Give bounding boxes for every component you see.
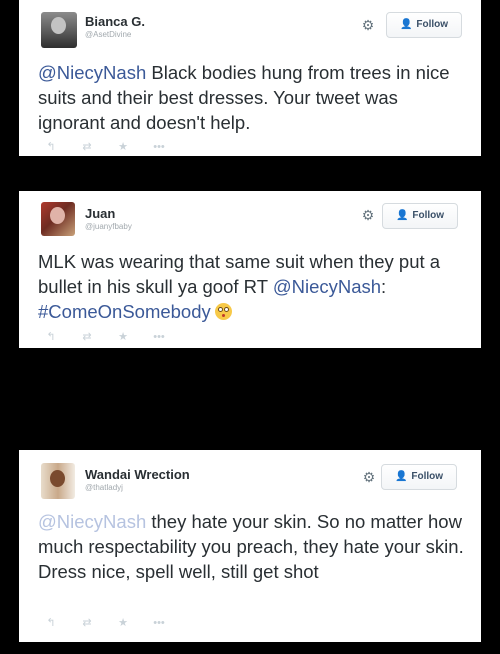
avatar[interactable]	[41, 12, 77, 48]
add-user-icon: 👤	[394, 471, 408, 482]
avatar-head	[51, 17, 66, 34]
display-name[interactable]: Juan	[85, 206, 132, 221]
favorite-icon[interactable]: ★	[116, 331, 130, 343]
mention-link[interactable]: @NiecyNash	[38, 62, 146, 83]
follow-label: Follow	[412, 210, 445, 221]
tweet-card: Wandai Wrection @thatladyj ⚙ 👤 Follow @N…	[19, 450, 481, 642]
more-icon[interactable]: •••	[152, 141, 166, 153]
follow-label: Follow	[411, 471, 444, 482]
gear-icon[interactable]: ⚙	[361, 18, 375, 32]
display-name[interactable]: Bianca G.	[85, 14, 145, 29]
more-icon[interactable]: •••	[152, 331, 166, 343]
reply-icon[interactable]: ↰	[44, 617, 58, 629]
display-name[interactable]: Wandai Wrection	[85, 467, 190, 482]
author-block: Bianca G. @AsetDivine	[85, 14, 145, 40]
more-icon[interactable]: •••	[152, 617, 166, 629]
reply-icon[interactable]: ↰	[44, 141, 58, 153]
author-block: Juan @juanyfbaby	[85, 206, 132, 232]
tweet-card: Bianca G. @AsetDivine ⚙ 👤 Follow @NiecyN…	[19, 0, 481, 156]
hashtag-link[interactable]: #ComeOnSomebody	[38, 301, 211, 322]
avatar[interactable]	[41, 202, 75, 236]
retweet-icon[interactable]: ⇄	[80, 617, 94, 629]
tweet-actions: ↰ ⇄ ★ •••	[44, 617, 166, 629]
tweet-actions: ↰ ⇄ ★ •••	[44, 141, 166, 153]
user-handle[interactable]: @AsetDivine	[85, 29, 145, 40]
tweet-card: Juan @juanyfbaby ⚙ 👤 Follow MLK was wear…	[19, 191, 481, 348]
mention-link[interactable]: @NiecyNash	[38, 511, 146, 532]
reply-icon[interactable]: ↰	[44, 331, 58, 343]
follow-button[interactable]: 👤 Follow	[386, 12, 462, 38]
tweet-text: @NiecyNash Black bodies hung from trees …	[38, 60, 468, 135]
avatar-head	[50, 207, 65, 224]
retweet-icon[interactable]: ⇄	[80, 141, 94, 153]
follow-button[interactable]: 👤 Follow	[381, 464, 457, 490]
user-handle[interactable]: @juanyfbaby	[85, 221, 132, 232]
favorite-icon[interactable]: ★	[116, 617, 130, 629]
tweet-text: MLK was wearing that same suit when they…	[38, 249, 468, 324]
gear-icon[interactable]: ⚙	[362, 470, 376, 484]
avatar-head	[50, 470, 65, 487]
favorite-icon[interactable]: ★	[116, 141, 130, 153]
gear-icon[interactable]: ⚙	[361, 208, 375, 222]
add-user-icon: 👤	[399, 19, 413, 30]
author-block: Wandai Wrection @thatladyj	[85, 467, 190, 493]
follow-label: Follow	[416, 19, 449, 30]
follow-button[interactable]: 👤 Follow	[382, 203, 458, 229]
add-user-icon: 👤	[395, 210, 409, 221]
flushed-face-icon	[214, 303, 232, 320]
user-handle[interactable]: @thatladyj	[85, 482, 190, 493]
tweet-actions: ↰ ⇄ ★ •••	[44, 331, 166, 343]
tweet-text: @NiecyNash they hate your skin. So no ma…	[38, 509, 468, 584]
retweet-icon[interactable]: ⇄	[80, 331, 94, 343]
tweet-colon: :	[381, 276, 387, 297]
avatar[interactable]	[41, 463, 75, 499]
mention-link[interactable]: @NiecyNash	[273, 276, 381, 297]
